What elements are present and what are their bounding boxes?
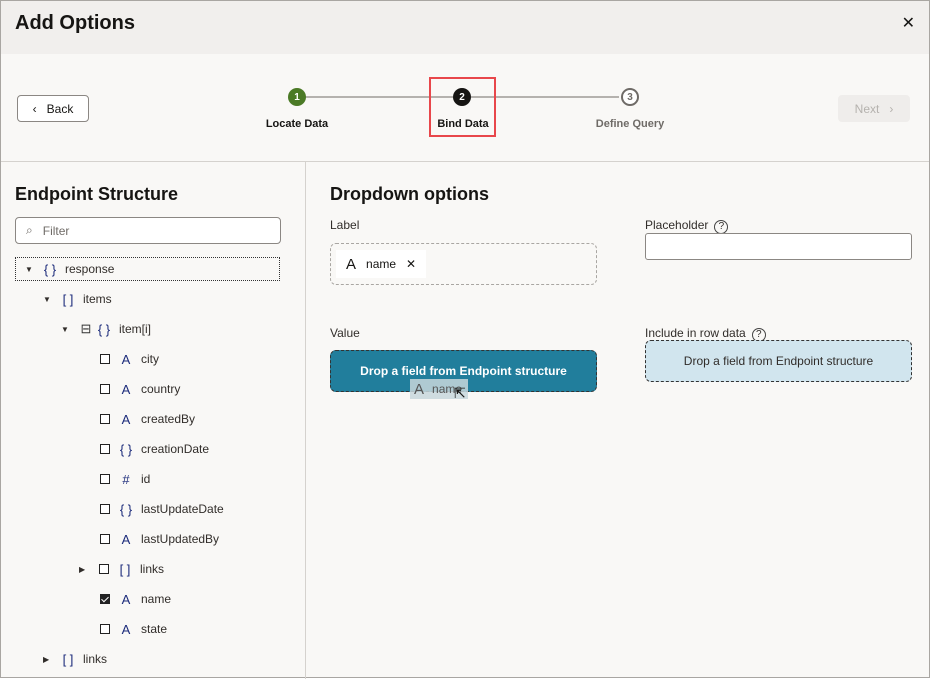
dialog-title: Add Options: [15, 12, 135, 34]
tree-label: lastUpdateDate: [141, 502, 224, 516]
chip-label: name: [366, 257, 397, 271]
tree-item-id[interactable]: # id: [100, 467, 150, 491]
value-field-label: Value: [330, 326, 360, 340]
array-icon: [ ]: [62, 651, 74, 667]
dropdown-options-heading: Dropdown options: [330, 184, 489, 204]
string-icon: A: [121, 621, 131, 637]
step-1-indicator[interactable]: 1: [288, 88, 306, 106]
tree-item-creationdate[interactable]: { } creationDate: [100, 437, 209, 461]
back-label: Back: [46, 101, 74, 116]
tree-item-links-root[interactable]: ▶[ ] links: [43, 647, 107, 671]
caret-down-icon[interactable]: ▼: [43, 295, 61, 304]
checkbox[interactable]: [100, 504, 110, 514]
checkbox[interactable]: [100, 384, 110, 394]
tree-label: id: [141, 472, 151, 486]
label-drop-zone[interactable]: Aname ✕: [330, 243, 597, 285]
string-icon: A: [121, 351, 131, 367]
tree-item-links[interactable]: ▶ [ ] links: [79, 557, 164, 581]
tree-label: response: [65, 262, 115, 276]
step-1-label: Locate Data: [265, 118, 329, 130]
checkbox[interactable]: [100, 444, 110, 454]
help-icon[interactable]: ?: [714, 219, 729, 234]
caret-down-icon[interactable]: ▼: [25, 265, 43, 274]
add-options-dialog: Add Options ✕ ‹ Back Next › 1 2 3 Locate D…: [0, 0, 930, 679]
checkbox[interactable]: [100, 474, 110, 484]
string-icon: A: [414, 380, 425, 398]
string-icon: A: [121, 411, 131, 427]
step-3-label: Define Query: [595, 118, 665, 130]
highlight-box: [429, 77, 496, 137]
row-data-drop-zone[interactable]: Drop a field from Endpoint structure: [645, 340, 912, 382]
caret-down-icon[interactable]: ▼: [61, 325, 79, 334]
tree-label: lastUpdatedBy: [141, 532, 220, 546]
string-icon: A: [121, 591, 131, 607]
caret-right-icon[interactable]: ▶: [43, 655, 61, 664]
number-icon: #: [122, 471, 130, 487]
filter-placeholder: Filter: [42, 223, 70, 238]
object-icon: { }: [97, 321, 111, 337]
checkbox[interactable]: [99, 564, 109, 574]
tree-item-lastupdatedby[interactable]: AlastUpdatedBy: [100, 527, 219, 551]
cursor-copy-icon: ⇱: [454, 385, 466, 401]
close-icon[interactable]: ✕: [902, 13, 915, 33]
tree-item-item-i[interactable]: ▼ ⊟ { } item[i]: [61, 317, 151, 341]
tree-label: item[i]: [119, 322, 152, 336]
array-icon: [ ]: [119, 561, 131, 577]
search-icon: ⌕: [26, 223, 33, 237]
tree-label: city: [141, 352, 159, 366]
tree-label: links: [83, 652, 108, 666]
back-button[interactable]: ‹ Back: [17, 95, 89, 122]
title-bar: Add Options ✕: [1, 1, 929, 54]
next-button[interactable]: Next ›: [838, 95, 910, 122]
tree-label: creationDate: [141, 442, 210, 456]
checkbox[interactable]: [100, 354, 110, 364]
tree-label: name: [141, 592, 172, 606]
endpoint-structure-heading: Endpoint Structure: [15, 184, 178, 204]
array-icon: [ ]: [62, 291, 74, 307]
tree-item-response[interactable]: ▼{ } response: [15, 257, 280, 281]
tree-item-state[interactable]: Astate: [100, 617, 167, 641]
checkbox[interactable]: [100, 534, 110, 544]
object-icon: { }: [43, 261, 57, 277]
tree-label: country: [141, 382, 181, 396]
tree-item-items[interactable]: ▼[ ] items: [43, 287, 112, 311]
placeholder-field-label: Placeholder?: [645, 218, 729, 234]
tree-item-city[interactable]: Acity: [100, 347, 159, 371]
tree-item-name[interactable]: Aname: [100, 587, 171, 611]
string-icon: A: [121, 381, 131, 397]
chevron-right-icon: ›: [889, 101, 894, 116]
filter-input[interactable]: ⌕ Filter: [15, 217, 281, 244]
tree-label: state: [141, 622, 168, 636]
collapse-all-icon[interactable]: ⊟: [79, 321, 93, 337]
tree-item-createdby[interactable]: AcreatedBy: [100, 407, 195, 431]
divider: [1, 161, 929, 162]
remove-icon[interactable]: ✕: [406, 257, 416, 271]
chevron-left-icon: ‹: [32, 101, 37, 116]
placeholder-label-text: Placeholder: [645, 218, 709, 232]
placeholder-input[interactable]: [645, 233, 912, 260]
label-chip: Aname ✕: [336, 250, 427, 278]
checkbox[interactable]: [100, 624, 110, 634]
object-icon: { }: [119, 501, 133, 517]
tree-label: items: [83, 292, 112, 306]
object-icon: { }: [119, 441, 133, 457]
string-icon: A: [346, 255, 357, 273]
step-3-indicator[interactable]: 3: [621, 88, 639, 106]
next-label: Next: [854, 101, 880, 116]
checkbox-checked[interactable]: [100, 594, 110, 604]
string-icon: A: [121, 531, 131, 547]
tree-item-lastupdatedate[interactable]: { } lastUpdateDate: [100, 497, 224, 521]
tree-item-country[interactable]: Acountry: [100, 377, 180, 401]
tree-label: createdBy: [141, 412, 196, 426]
tree-label: links: [140, 562, 165, 576]
label-field-label: Label: [330, 218, 360, 232]
row-data-label-text: Include in row data: [645, 326, 746, 340]
panel-divider: [305, 161, 306, 679]
caret-right-icon[interactable]: ▶: [79, 565, 99, 574]
checkbox[interactable]: [100, 414, 110, 424]
